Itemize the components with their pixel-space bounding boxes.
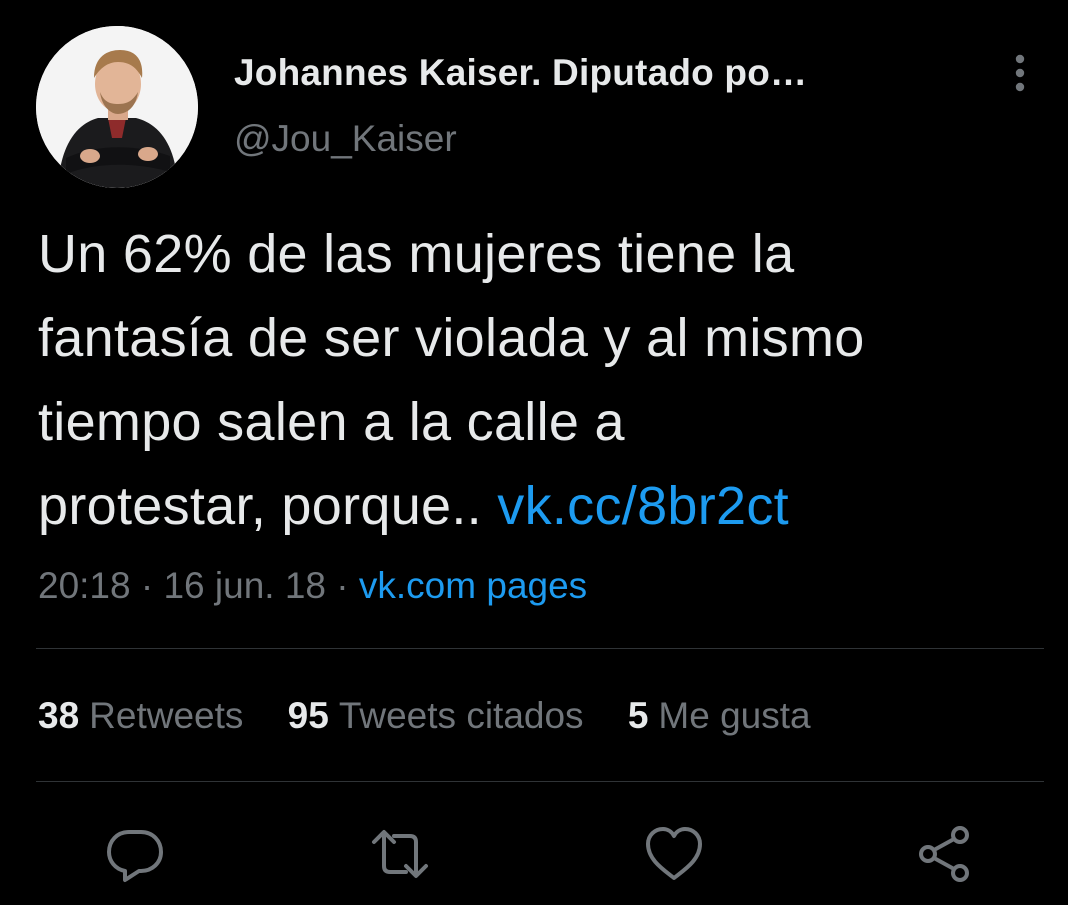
retweet-icon [372, 830, 428, 878]
share-button[interactable] [912, 822, 976, 886]
divider [36, 781, 1044, 782]
tweet-text-line: Un 62% de las mujeres tiene la [38, 224, 795, 284]
meta-separator: · [336, 565, 349, 606]
tweet-text-line: fantasía de ser violada y al mismo [38, 308, 865, 368]
share-icon [919, 826, 969, 882]
likes-label: Me gusta [658, 695, 811, 736]
reply-icon [107, 830, 163, 882]
tweet-link[interactable]: vk.cc/8br2ct [497, 476, 789, 536]
author-display-name[interactable]: Johannes Kaiser. Diputado po… [234, 52, 807, 94]
likes-count: 5 [627, 695, 649, 736]
retweet-button[interactable] [368, 822, 432, 886]
likes-stat[interactable]: 5 Me gusta [628, 695, 811, 737]
avatar[interactable] [36, 26, 198, 188]
tweet-source[interactable]: vk.com pages [359, 565, 587, 606]
tweet-date[interactable]: 16 jun. 18 [163, 565, 326, 606]
quote-tweets-count: 95 [287, 695, 329, 736]
tweet-time[interactable]: 20:18 [38, 565, 131, 606]
tweet-text-line: tiempo salen a la calle a [38, 392, 625, 452]
tweet-stats: 38 Retweets 95 Tweets citados 5 Me gusta [38, 695, 845, 737]
tweet-text-fragment: protestar, porque.. [38, 476, 498, 536]
retweets-stat[interactable]: 38 Retweets [38, 695, 243, 737]
like-button[interactable] [642, 822, 706, 886]
tweet-text-line: protestar, porque.. vk.cc/8br2ct [38, 464, 1038, 548]
tweet-detail: Johannes Kaiser. Diputado po… @Jou_Kaise… [0, 0, 1068, 905]
meta-separator: · [140, 565, 154, 606]
quote-tweets-stat[interactable]: 95 Tweets citados [288, 695, 584, 737]
quote-tweets-label: Tweets citados [338, 695, 584, 736]
more-vertical-icon[interactable] [1006, 52, 1034, 94]
tweet-meta: 20:18 · 16 jun. 18 · vk.com pages [38, 565, 587, 607]
retweets-count: 38 [38, 695, 80, 736]
divider [36, 648, 1044, 649]
author-handle[interactable]: @Jou_Kaiser [234, 118, 457, 160]
avatar-photo [36, 26, 198, 188]
tweet-text: Un 62% de las mujeres tiene la fantasía … [38, 212, 1038, 548]
heart-icon [646, 827, 702, 880]
reply-button[interactable] [103, 822, 167, 886]
retweets-label: Retweets [89, 695, 244, 736]
